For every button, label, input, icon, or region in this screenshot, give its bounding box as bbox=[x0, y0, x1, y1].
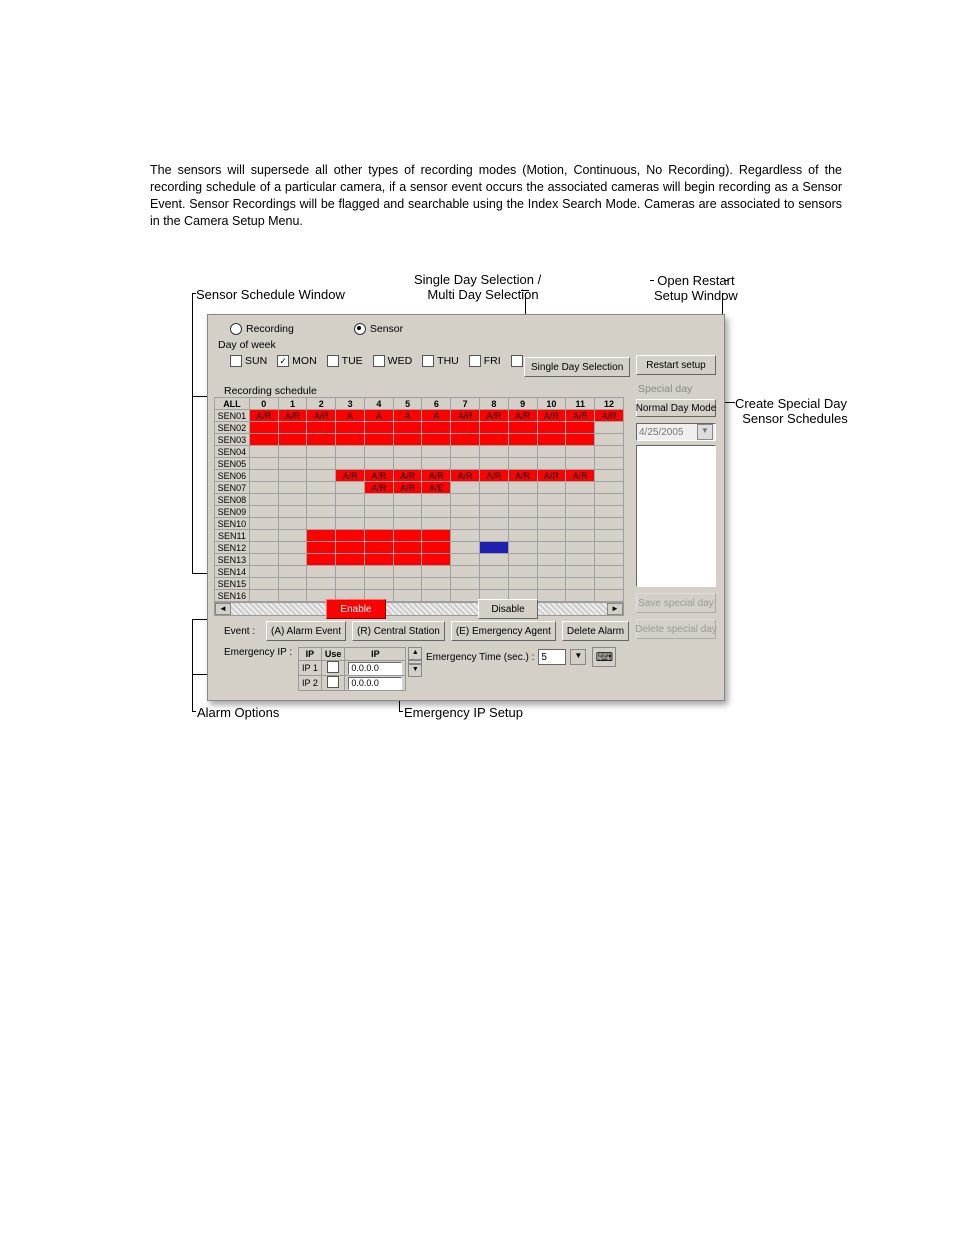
day-label: TUE bbox=[342, 355, 363, 367]
day-label: WED bbox=[388, 355, 413, 367]
scroll-left-arrow[interactable]: ◄ bbox=[215, 603, 231, 615]
delete-special-day-button[interactable]: Delete special day bbox=[636, 619, 716, 639]
ip-address-input[interactable] bbox=[348, 677, 402, 690]
ip-use-checkbox[interactable] bbox=[327, 661, 339, 673]
callout-open-restart: Open Restart Setup Window bbox=[654, 273, 738, 303]
day-mon[interactable]: MON bbox=[277, 355, 317, 367]
chevron-down-icon[interactable]: ▼ bbox=[697, 424, 713, 440]
ip-spin-up[interactable]: ▲ bbox=[408, 647, 422, 660]
checkbox[interactable] bbox=[373, 355, 385, 367]
special-day-label: Special day bbox=[638, 383, 716, 395]
callout-emergency-ip: Emergency IP Setup bbox=[404, 705, 523, 720]
callout-sensor-window: Sensor Schedule Window bbox=[196, 287, 345, 302]
day-label: THU bbox=[437, 355, 459, 367]
callout-single-multi: Single Day Selection / Multi Day Selecti… bbox=[414, 272, 541, 302]
event-button[interactable]: (R) Central Station bbox=[352, 621, 445, 641]
ip-address-input[interactable] bbox=[348, 662, 402, 675]
single-day-selection-button[interactable]: Single Day Selection bbox=[524, 357, 630, 377]
day-label: FRI bbox=[484, 355, 501, 367]
recording-radio[interactable]: Recording bbox=[230, 323, 294, 335]
day-sun[interactable]: SUN bbox=[230, 355, 267, 367]
save-special-day-button[interactable]: Save special day bbox=[636, 593, 716, 613]
checkbox[interactable] bbox=[230, 355, 242, 367]
day-thu[interactable]: THU bbox=[422, 355, 459, 367]
ip-use-checkbox[interactable] bbox=[327, 676, 339, 688]
ip-table[interactable]: IPUseIPIP 1IP 2 bbox=[298, 647, 406, 691]
day-fri[interactable]: FRI bbox=[469, 355, 501, 367]
day-label: SUN bbox=[245, 355, 267, 367]
callout-special-day: Create Special Day Sensor Schedules bbox=[735, 396, 848, 426]
event-button[interactable]: (E) Emergency Agent bbox=[451, 621, 556, 641]
day-label: MON bbox=[292, 355, 317, 367]
emergency-time-input[interactable] bbox=[538, 649, 566, 665]
checkbox[interactable] bbox=[469, 355, 481, 367]
event-label: Event : bbox=[224, 626, 266, 637]
disable-button[interactable]: Disable bbox=[478, 599, 538, 619]
event-button[interactable]: (A) Alarm Event bbox=[266, 621, 346, 641]
restart-setup-button[interactable]: Restart setup bbox=[636, 355, 716, 375]
checkbox[interactable] bbox=[511, 355, 523, 367]
schedule-grid[interactable]: ALL0123456789101112SEN01A/RA/RA/RAAAAA/R… bbox=[214, 397, 624, 616]
date-value: 4/25/2005 bbox=[639, 427, 684, 438]
intro-paragraph: The sensors will supersede all other typ… bbox=[150, 162, 842, 230]
special-day-date-field[interactable]: 4/25/2005 ▼ bbox=[636, 423, 716, 441]
emergency-time-dropdown[interactable]: ▼ bbox=[570, 649, 586, 665]
enable-button[interactable]: Enable bbox=[326, 599, 386, 619]
keyboard-icon-button[interactable]: ⌨ bbox=[592, 647, 616, 667]
day-of-week-label: Day of week bbox=[208, 337, 724, 353]
schedule-dialog: Recording Sensor Day of week SUN MON TUE WE… bbox=[207, 314, 725, 701]
emergency-ip-label: Emergency IP : bbox=[224, 647, 294, 658]
normal-day-mode-button[interactable]: Normal Day Mode bbox=[636, 399, 716, 417]
recording-radio-label: Recording bbox=[246, 323, 294, 335]
day-tue[interactable]: TUE bbox=[327, 355, 363, 367]
special-day-listbox[interactable] bbox=[636, 445, 716, 587]
day-wed[interactable]: WED bbox=[373, 355, 413, 367]
event-button[interactable]: Delete Alarm bbox=[562, 621, 629, 641]
callout-alarm-options: Alarm Options bbox=[197, 705, 279, 720]
checkbox[interactable] bbox=[277, 355, 289, 367]
checkbox[interactable] bbox=[422, 355, 434, 367]
sensor-radio[interactable]: Sensor bbox=[354, 323, 403, 335]
sensor-radio-label: Sensor bbox=[370, 323, 403, 335]
keyboard-icon: ⌨ bbox=[596, 650, 613, 664]
ip-spin-down[interactable]: ▼ bbox=[408, 664, 422, 677]
emergency-time-label: Emergency Time (sec.) : bbox=[426, 652, 534, 663]
checkbox[interactable] bbox=[327, 355, 339, 367]
